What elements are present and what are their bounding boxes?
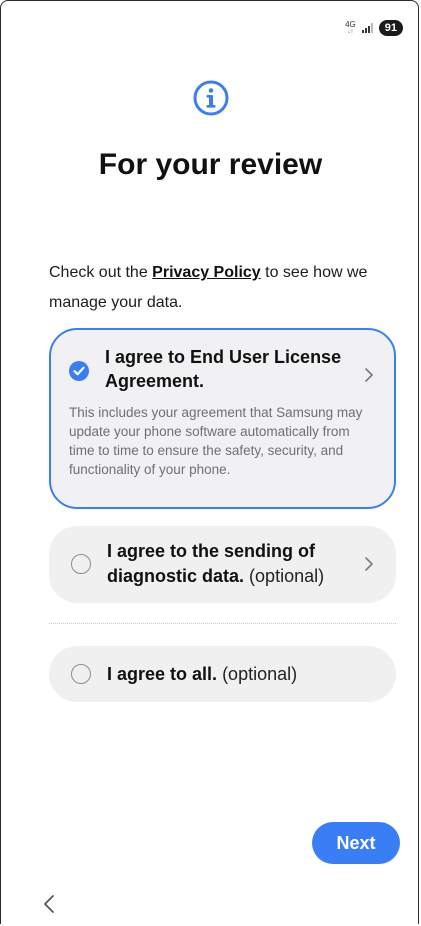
agree-all-label: I agree to all. (optional) [107, 662, 374, 686]
chevron-left-icon[interactable] [40, 893, 58, 915]
privacy-intro-text: Check out the Privacy Policy to see how … [49, 258, 389, 318]
eula-label: I agree to End User License Agreement. [105, 347, 342, 391]
section-divider [49, 623, 396, 624]
status-bar: 4G ↓↑ 91 [345, 20, 403, 36]
page-title: For your review [98, 148, 323, 181]
chevron-right-icon[interactable] [364, 367, 374, 383]
eula-checkbox[interactable] [69, 361, 89, 381]
eula-description: This includes your agreement that Samsun… [69, 405, 363, 477]
intro-text-before: Check out the [49, 264, 153, 281]
network-type-indicator: 4G ↓↑ [345, 20, 356, 36]
agree-all-label-text: I agree to all. [107, 664, 218, 684]
diagnostic-label: I agree to the sending of diagnostic dat… [107, 539, 364, 589]
eula-agreement-card[interactable]: I agree to End User License Agreement. T… [49, 328, 396, 509]
diagnostic-data-card[interactable]: I agree to the sending of diagnostic dat… [49, 526, 396, 603]
battery-indicator: 91 [378, 20, 403, 36]
diagnostic-checkbox[interactable] [71, 554, 91, 574]
signal-strength-icon [361, 23, 373, 33]
info-icon [193, 80, 228, 116]
checkmark-icon [73, 366, 85, 376]
next-button[interactable]: Next [312, 822, 400, 864]
diagnostic-optional-tag: (optional) [249, 566, 325, 586]
privacy-policy-link[interactable]: Privacy Policy [152, 264, 261, 281]
agree-all-optional-tag: (optional) [222, 664, 298, 684]
agree-all-checkbox[interactable] [71, 664, 91, 684]
chevron-right-icon[interactable] [364, 556, 374, 572]
agree-all-card[interactable]: I agree to all. (optional) [49, 646, 396, 702]
